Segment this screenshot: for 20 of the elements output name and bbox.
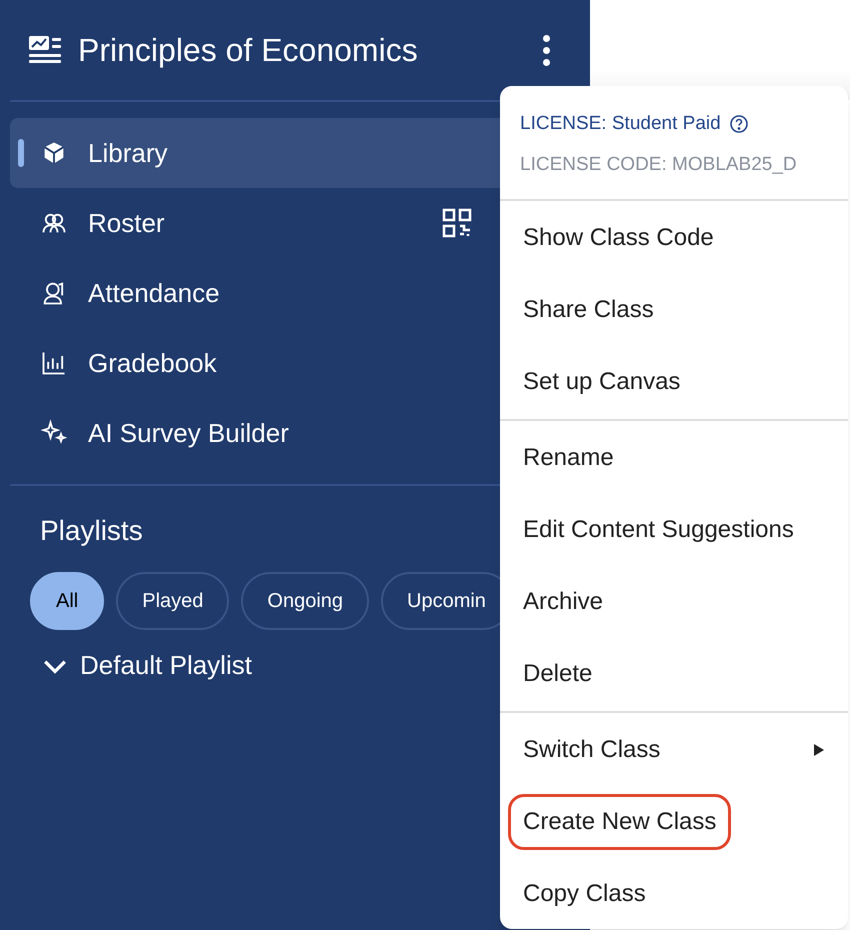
menu-item[interactable]: Show Class Code [508,210,729,266]
menu-item[interactable]: Create New Class [508,794,732,850]
menu-item[interactable]: Rename [508,430,629,486]
menu-item[interactable]: Copy Class [508,866,661,922]
menu-item[interactable]: Set up Canvas [508,354,696,410]
menu-item[interactable]: Edit Content Suggestions [508,502,809,558]
submenu-arrow-icon [813,743,825,757]
filter-chip[interactable]: Ongoing [241,572,370,630]
class-title: Principles of Economics [78,31,419,70]
dashboard-icon [28,35,62,65]
help-icon[interactable] [728,114,749,134]
active-indicator [18,139,24,167]
menu-item[interactable]: Delete [508,646,608,702]
section-heading: Playlists [40,514,143,548]
more-options-icon[interactable] [543,34,550,66]
qr-code-icon[interactable] [442,208,472,238]
menu-item[interactable]: Switch Class [508,722,840,778]
menu-item[interactable]: Share Class [508,282,669,338]
filter-chip[interactable]: All [30,572,104,630]
filter-chip[interactable]: Played [116,572,230,630]
